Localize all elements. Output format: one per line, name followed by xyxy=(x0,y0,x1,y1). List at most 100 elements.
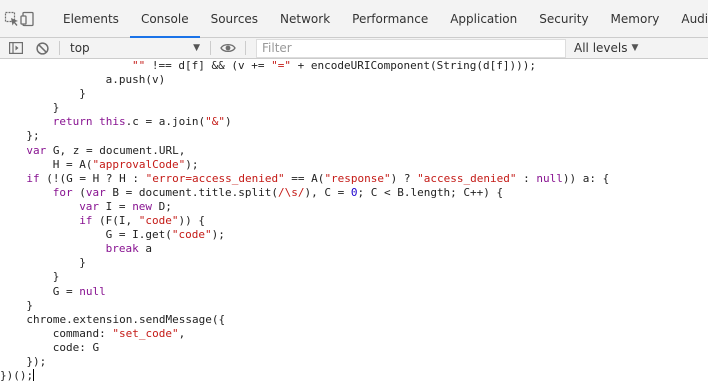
tab-performance[interactable]: Performance xyxy=(341,0,439,37)
inspect-element-icon[interactable] xyxy=(4,0,20,38)
chevron-down-icon: ▼ xyxy=(631,43,639,53)
chevron-down-icon: ▼ xyxy=(193,43,200,53)
code-token: } xyxy=(79,87,86,101)
code-token: var xyxy=(85,185,106,199)
toolbar-divider xyxy=(59,41,60,55)
clear-console-icon[interactable] xyxy=(29,38,55,59)
code-line: if (F(I, "code")) { xyxy=(0,214,708,228)
code-line: } xyxy=(0,256,708,270)
log-levels-label: All levels xyxy=(574,41,628,55)
code-token: a xyxy=(138,242,152,256)
code-token: a.push(v) xyxy=(105,73,166,87)
console-output: "" !== d[f] && (v += "=" + encodeURIComp… xyxy=(0,59,708,387)
code-line: } xyxy=(0,101,708,115)
tab-elements[interactable]: Elements xyxy=(52,0,130,37)
code-token: var xyxy=(79,199,100,213)
context-selector-value: top xyxy=(70,41,90,55)
code-token: "set_code" xyxy=(112,326,179,340)
log-levels-dropdown[interactable]: All levels ▼ xyxy=(574,41,638,55)
code-token: ; C < B.length; C++) { xyxy=(357,185,504,199)
code-token: }; xyxy=(26,129,40,143)
device-toolbar-icon[interactable] xyxy=(20,0,36,38)
code-token: }); xyxy=(26,354,47,368)
code-token: } xyxy=(52,270,60,284)
context-selector[interactable]: top ▼ xyxy=(64,38,206,59)
code-line: chrome.extension.sendMessage({ xyxy=(0,313,708,327)
eye-icon[interactable] xyxy=(215,38,241,59)
tab-audits[interactable]: Audits xyxy=(670,0,708,37)
code-token: var xyxy=(26,143,47,157)
text-cursor xyxy=(33,369,35,382)
tab-security[interactable]: Security xyxy=(528,0,599,37)
code-token: .c = a.join( xyxy=(125,115,206,129)
code-line: "" !== d[f] && (v += "=" + encodeURIComp… xyxy=(0,59,708,73)
code-token: B = document.title.split( xyxy=(105,185,278,199)
code-token: } xyxy=(79,256,86,270)
code-line: a.push(v) xyxy=(0,73,708,87)
code-token: chrome.extension.sendMessage({ xyxy=(26,312,226,326)
code-token: , xyxy=(178,326,186,340)
code-line: H = A("approvalCode"); xyxy=(0,158,708,172)
code-token: D; xyxy=(152,199,172,213)
code-line: G = I.get("code"); xyxy=(0,228,708,242)
code-token: "=" xyxy=(271,59,291,72)
code-token: !== d[f] && (v += xyxy=(145,59,272,72)
code-token: ) xyxy=(225,115,232,129)
code-token: G = I.get( xyxy=(105,228,172,242)
filter-input[interactable] xyxy=(262,41,565,55)
code-token: for xyxy=(52,185,73,199)
code-token: "" xyxy=(132,59,146,72)
code-token: "&" xyxy=(205,115,226,129)
code-line: command: "set_code", xyxy=(0,327,708,341)
code-token: I = xyxy=(99,199,133,213)
code-token: (F(I, xyxy=(92,214,139,228)
code-token: /\s/ xyxy=(277,185,305,199)
code-token: "access_denied" xyxy=(417,171,517,185)
code-token: null xyxy=(536,171,563,185)
code-token: ) ? xyxy=(390,171,418,185)
code-token: "response" xyxy=(324,171,391,185)
code-line: if (!(G = H ? H : "error=access_denied" … xyxy=(0,172,708,186)
filter-field[interactable] xyxy=(256,38,566,58)
code-line: for (var B = document.title.split(/\s/),… xyxy=(0,186,708,200)
code-token: + encodeURIComponent(String(d[f]))); xyxy=(290,59,537,72)
code-line: G = null xyxy=(0,285,708,299)
code-token: if xyxy=(79,214,93,228)
tab-sources[interactable]: Sources xyxy=(200,0,269,37)
code-line: return this.c = a.join("&") xyxy=(0,115,708,129)
tab-network[interactable]: Network xyxy=(269,0,341,37)
code-token: command: xyxy=(52,326,113,340)
toolbar-divider xyxy=(210,41,211,55)
code-line: } xyxy=(0,270,708,284)
panel-tabs: Elements Console Sources Network Performance… xyxy=(52,0,708,38)
code-token: )) { xyxy=(178,214,206,228)
code-token: if xyxy=(26,171,40,185)
code-token: } xyxy=(52,101,60,115)
code-line: var I = new D; xyxy=(0,200,708,214)
tab-application[interactable]: Application xyxy=(439,0,528,37)
code-token: == A( xyxy=(284,171,325,185)
code-token: })(); xyxy=(0,369,34,383)
tab-memory[interactable]: Memory xyxy=(600,0,671,37)
code-token: )) a: { xyxy=(562,171,610,185)
code-token: ), C = xyxy=(304,185,351,199)
code-line: } xyxy=(0,299,708,313)
code-token: break xyxy=(105,242,139,256)
code-line: })(); xyxy=(0,369,708,383)
code-token: "error=access_denied" xyxy=(145,171,285,185)
code-line: } xyxy=(0,87,708,101)
code-line: }; xyxy=(0,129,708,143)
code-line: code: G xyxy=(0,341,708,355)
code-token: (!(G = H ? H : xyxy=(39,171,146,185)
devtools-tab-bar: Elements Console Sources Network Performance… xyxy=(0,0,708,38)
show-sidebar-icon[interactable] xyxy=(3,38,29,59)
code-token: code: G xyxy=(52,340,100,354)
code-token: "code" xyxy=(138,214,179,228)
console-toolbar: top ▼ All levels ▼ xyxy=(0,38,708,59)
code-line: break a xyxy=(0,242,708,256)
code-token: ( xyxy=(72,185,86,199)
code-line: }); xyxy=(0,355,708,369)
code-token: H = A( xyxy=(52,157,93,171)
tab-console[interactable]: Console xyxy=(129,0,200,38)
code-token: G = xyxy=(52,284,80,298)
